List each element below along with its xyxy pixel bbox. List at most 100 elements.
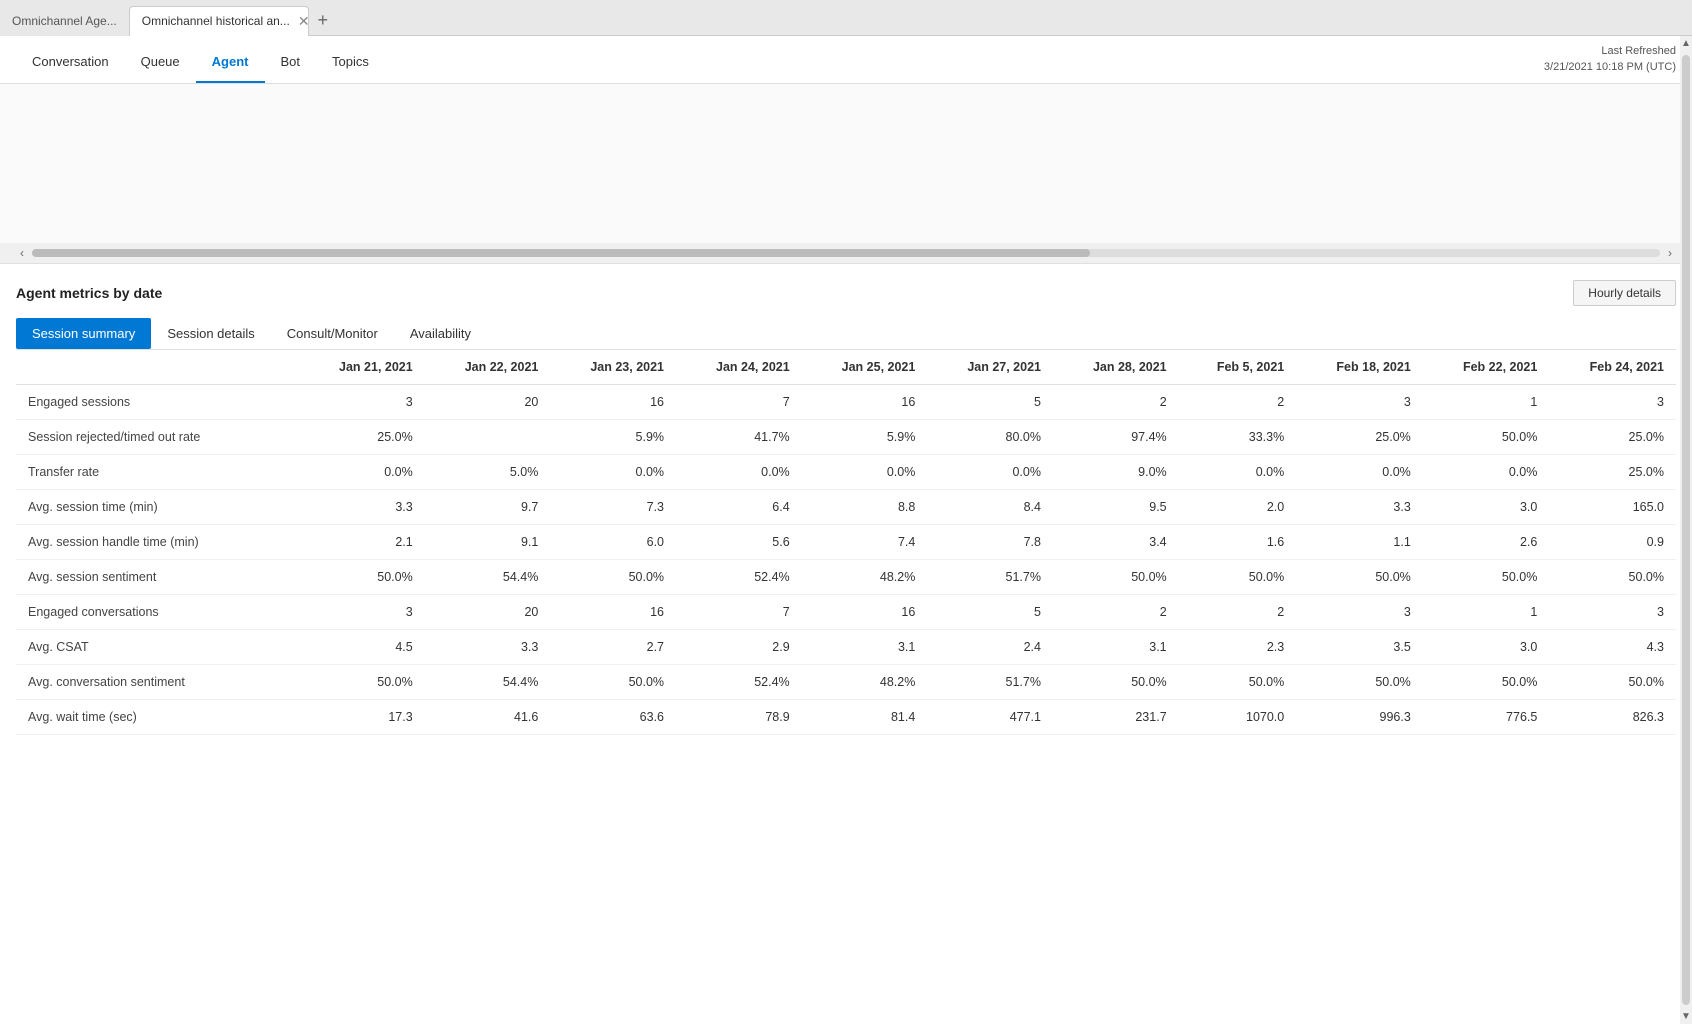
cell-8-3: 52.4% (676, 665, 802, 700)
cell-9-10: 826.3 (1549, 700, 1676, 735)
cell-4-6: 3.4 (1053, 525, 1179, 560)
cell-3-4: 8.8 (802, 490, 928, 525)
cell-6-1: 20 (425, 595, 551, 630)
cell-3-0: 3.3 (299, 490, 425, 525)
cell-7-5: 2.4 (927, 630, 1053, 665)
scroll-track[interactable] (32, 249, 1660, 257)
cell-0-5: 5 (927, 385, 1053, 420)
cell-3-1: 9.7 (425, 490, 551, 525)
nav-conversation[interactable]: Conversation (16, 42, 125, 83)
cell-4-5: 7.8 (927, 525, 1053, 560)
browser-tab-bar: Omnichannel Age... Omnichannel historica… (0, 0, 1692, 36)
table-row: Avg. session handle time (min)2.19.16.05… (16, 525, 1676, 560)
cell-6-6: 2 (1053, 595, 1179, 630)
cell-5-9: 50.0% (1423, 560, 1550, 595)
cell-2-8: 0.0% (1296, 455, 1423, 490)
cell-6-5: 5 (927, 595, 1053, 630)
cell-1-4: 5.9% (802, 420, 928, 455)
table-row: Avg. conversation sentiment50.0%54.4%50.… (16, 665, 1676, 700)
cell-1-9: 50.0% (1423, 420, 1550, 455)
add-tab-icon: + (317, 10, 328, 31)
table-row: Avg. CSAT4.53.32.72.93.12.43.12.33.53.04… (16, 630, 1676, 665)
cell-4-3: 5.6 (676, 525, 802, 560)
cell-9-4: 81.4 (802, 700, 928, 735)
column-header-Jan-27--2021: Jan 27, 2021 (927, 350, 1053, 385)
column-header-Jan-21--2021: Jan 21, 2021 (299, 350, 425, 385)
browser-tab-1-label: Omnichannel Age... (12, 14, 117, 28)
hourly-details-button[interactable]: Hourly details (1573, 280, 1676, 306)
cell-9-8: 996.3 (1296, 700, 1423, 735)
cell-2-9: 0.0% (1423, 455, 1550, 490)
nav-bot[interactable]: Bot (265, 42, 317, 83)
cell-8-9: 50.0% (1423, 665, 1550, 700)
cell-5-1: 54.4% (425, 560, 551, 595)
agent-metrics-table: Jan 21, 2021Jan 22, 2021Jan 23, 2021Jan … (16, 350, 1676, 735)
cell-8-1: 54.4% (425, 665, 551, 700)
column-header-Jan-24--2021: Jan 24, 2021 (676, 350, 802, 385)
chart-area: ‹ › (0, 84, 1692, 264)
cell-6-10: 3 (1549, 595, 1676, 630)
cell-1-8: 25.0% (1296, 420, 1423, 455)
vertical-scrollbar[interactable]: ▲ ▼ (1680, 36, 1692, 1024)
sub-tab-availability[interactable]: Availability (394, 318, 487, 349)
table-row: Session rejected/timed out rate25.0%5.9%… (16, 420, 1676, 455)
cell-3-8: 3.3 (1296, 490, 1423, 525)
cell-1-7: 33.3% (1179, 420, 1297, 455)
cell-0-9: 1 (1423, 385, 1550, 420)
browser-tab-1[interactable]: Omnichannel Age... (0, 6, 129, 36)
data-table-wrapper[interactable]: Jan 21, 2021Jan 22, 2021Jan 23, 2021Jan … (16, 350, 1676, 735)
cell-7-7: 2.3 (1179, 630, 1297, 665)
header-row: Jan 21, 2021Jan 22, 2021Jan 23, 2021Jan … (16, 350, 1676, 385)
cell-8-4: 48.2% (802, 665, 928, 700)
cell-1-3: 41.7% (676, 420, 802, 455)
nav-queue[interactable]: Queue (125, 42, 196, 83)
nav-topics[interactable]: Topics (316, 42, 385, 83)
scroll-left-icon[interactable]: ‹ (20, 246, 24, 260)
cell-0-2: 16 (550, 385, 676, 420)
cell-4-7: 1.6 (1179, 525, 1297, 560)
sub-tab-consult-monitor[interactable]: Consult/Monitor (271, 318, 394, 349)
scroll-up-icon[interactable]: ▲ (1681, 36, 1691, 51)
cell-3-10: 165.0 (1549, 490, 1676, 525)
cell-7-8: 3.5 (1296, 630, 1423, 665)
cell-1-0: 25.0% (299, 420, 425, 455)
row-label-1: Session rejected/timed out rate (16, 420, 299, 455)
cell-3-7: 2.0 (1179, 490, 1297, 525)
cell-9-9: 776.5 (1423, 700, 1550, 735)
column-header-Jan-28--2021: Jan 28, 2021 (1053, 350, 1179, 385)
nav-agent[interactable]: Agent (196, 42, 265, 83)
cell-7-1: 3.3 (425, 630, 551, 665)
cell-4-8: 1.1 (1296, 525, 1423, 560)
cell-8-6: 50.0% (1053, 665, 1179, 700)
cell-7-10: 4.3 (1549, 630, 1676, 665)
row-label-5: Avg. session sentiment (16, 560, 299, 595)
cell-1-10: 25.0% (1549, 420, 1676, 455)
browser-tab-2[interactable]: Omnichannel historical an... ✕ (129, 6, 309, 36)
cell-9-7: 1070.0 (1179, 700, 1297, 735)
cell-8-2: 50.0% (550, 665, 676, 700)
sub-tab-session-details[interactable]: Session details (151, 318, 270, 349)
cell-8-5: 51.7% (927, 665, 1053, 700)
cell-2-10: 25.0% (1549, 455, 1676, 490)
scroll-right-icon[interactable]: › (1668, 246, 1672, 260)
column-header-Jan-22--2021: Jan 22, 2021 (425, 350, 551, 385)
close-tab-icon[interactable]: ✕ (298, 14, 309, 28)
last-refreshed: Last Refreshed 3/21/2021 10:18 PM (UTC) (1544, 44, 1676, 75)
cell-5-7: 50.0% (1179, 560, 1297, 595)
cell-9-2: 63.6 (550, 700, 676, 735)
cell-7-2: 2.7 (550, 630, 676, 665)
table-row: Avg. wait time (sec)17.341.663.678.981.4… (16, 700, 1676, 735)
cell-5-5: 51.7% (927, 560, 1053, 595)
cell-7-4: 3.1 (802, 630, 928, 665)
cell-5-10: 50.0% (1549, 560, 1676, 595)
add-tab-button[interactable]: + (309, 7, 337, 35)
row-label-2: Transfer rate (16, 455, 299, 490)
cell-9-5: 477.1 (927, 700, 1053, 735)
vertical-scroll-thumb (1682, 55, 1690, 1005)
sub-tab-session-summary[interactable]: Session summary (16, 318, 151, 349)
cell-0-7: 2 (1179, 385, 1297, 420)
cell-0-3: 7 (676, 385, 802, 420)
cell-0-0: 3 (299, 385, 425, 420)
horizontal-scrollbar[interactable]: ‹ › (0, 243, 1692, 263)
scroll-down-icon[interactable]: ▼ (1681, 1009, 1691, 1024)
